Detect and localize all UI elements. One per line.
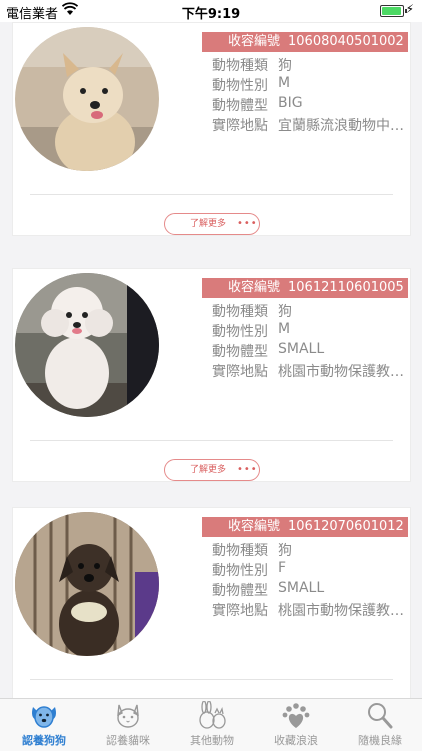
- divider: [30, 194, 393, 195]
- paw-heart-icon: [282, 703, 310, 728]
- shelter-id-value: 10608040501002: [288, 34, 404, 49]
- shelter-id-bar: 收容編號 10608040501002: [202, 32, 408, 52]
- species-label: 動物種類: [212, 58, 268, 74]
- more-dots-icon: •••: [237, 464, 258, 475]
- shelter-id-bar: 收容編號 10612070601012: [202, 517, 408, 537]
- tab-label: 認養貓咪: [106, 734, 150, 747]
- animal-card[interactable]: 收容編號 10612110601005 動物種類狗 動物性別 M 動物體型 SMAL…: [12, 268, 411, 482]
- tab-label: 收藏浪浪: [274, 734, 318, 747]
- place-label: 實際地點: [212, 364, 268, 380]
- size-label: 動物體型: [212, 344, 268, 360]
- place-label: 實際地點: [212, 118, 268, 134]
- species-row: 動物種類狗: [212, 55, 408, 75]
- sex-label: 動物性別: [212, 78, 268, 94]
- sex-value: F: [278, 560, 287, 576]
- divider: [30, 679, 393, 680]
- battery-icon: [380, 5, 407, 17]
- place-label: 實際地點: [212, 603, 268, 619]
- species-row: 動物種類狗: [212, 540, 408, 560]
- sex-row: 動物性別 F: [212, 560, 408, 580]
- animal-card[interactable]: 收容編號 10608040501002 動物種類狗 動物性別 M 動物體型 BIG …: [12, 22, 411, 236]
- sex-label: 動物性別: [212, 563, 268, 579]
- species-value: 狗: [278, 304, 292, 320]
- learn-more-label: 了解更多: [190, 465, 227, 475]
- species-row: 動物種類狗: [212, 301, 408, 321]
- tab-favorites[interactable]: 收藏浪浪: [254, 699, 338, 751]
- place-row: 實際地點 桃園市動物保護教…: [212, 361, 408, 381]
- sex-label: 動物性別: [212, 324, 268, 340]
- tab-label: 其他動物: [190, 734, 234, 747]
- shelter-id-value: 10612110601005: [288, 280, 404, 295]
- animal-photo[interactable]: [15, 273, 159, 417]
- dog-icon: [32, 706, 56, 728]
- shelter-id-label: 收容編號: [228, 280, 281, 295]
- size-row: 動物體型 BIG: [212, 95, 408, 115]
- place-row: 實際地點 桃園市動物保護教…: [212, 600, 408, 620]
- place-value: 宜蘭縣流浪動物中…: [278, 118, 404, 134]
- clock-label: 下午9:19: [181, 7, 241, 22]
- magnifier-icon: [368, 703, 393, 729]
- more-dots-icon: •••: [237, 218, 258, 229]
- rabbit-icon: [199, 701, 226, 729]
- sex-row: 動物性別 M: [212, 321, 408, 341]
- shelter-id-label: 收容編號: [228, 34, 281, 49]
- animal-photo[interactable]: [15, 27, 159, 171]
- animal-photo[interactable]: [15, 512, 159, 656]
- animal-list[interactable]: 收容編號 10608040501002 動物種類狗 動物性別 M 動物體型 BIG …: [0, 22, 422, 698]
- place-value: 桃園市動物保護教…: [278, 364, 404, 380]
- learn-more-button[interactable]: 了解更多 •••: [164, 459, 260, 481]
- size-value: SMALL: [278, 580, 325, 596]
- tab-adopt-cats[interactable]: 認養貓咪: [86, 699, 170, 751]
- sex-value: M: [278, 75, 291, 91]
- tab-bar: 認養狗狗 認養貓咪 其他動物 收藏浪浪 隨機良緣: [0, 698, 422, 751]
- status-bar: 電信業者 下午9:19 ⚡: [0, 0, 422, 22]
- charging-icon: ⚡: [405, 2, 414, 16]
- sex-value: M: [278, 321, 291, 337]
- shelter-id-bar: 收容編號 10612110601005: [202, 278, 408, 298]
- size-label: 動物體型: [212, 98, 268, 114]
- place-value: 桃園市動物保護教…: [278, 603, 404, 619]
- size-label: 動物體型: [212, 583, 268, 599]
- learn-more-button[interactable]: 了解更多 •••: [164, 213, 260, 235]
- tab-label: 認養狗狗: [22, 734, 66, 747]
- divider: [30, 440, 393, 441]
- shelter-id-value: 10612070601012: [288, 519, 404, 534]
- place-row: 實際地點 宜蘭縣流浪動物中…: [212, 115, 408, 135]
- learn-more-label: 了解更多: [190, 219, 227, 229]
- species-value: 狗: [278, 543, 292, 559]
- species-label: 動物種類: [212, 543, 268, 559]
- species-label: 動物種類: [212, 304, 268, 320]
- tab-random-match[interactable]: 隨機良緣: [338, 699, 422, 751]
- shelter-id-label: 收容編號: [228, 519, 281, 534]
- size-row: 動物體型 SMALL: [212, 341, 408, 361]
- sex-row: 動物性別 M: [212, 75, 408, 95]
- animal-card[interactable]: 收容編號 10612070601012 動物種類狗 動物性別 F 動物體型 SMAL…: [12, 507, 411, 698]
- tab-adopt-dogs[interactable]: 認養狗狗: [2, 699, 86, 751]
- size-row: 動物體型 SMALL: [212, 580, 408, 600]
- size-value: BIG: [278, 95, 303, 111]
- cat-icon: [117, 704, 139, 728]
- tab-label: 隨機良緣: [358, 734, 402, 747]
- tab-other-animals[interactable]: 其他動物: [170, 699, 254, 751]
- species-value: 狗: [278, 58, 292, 74]
- size-value: SMALL: [278, 341, 325, 357]
